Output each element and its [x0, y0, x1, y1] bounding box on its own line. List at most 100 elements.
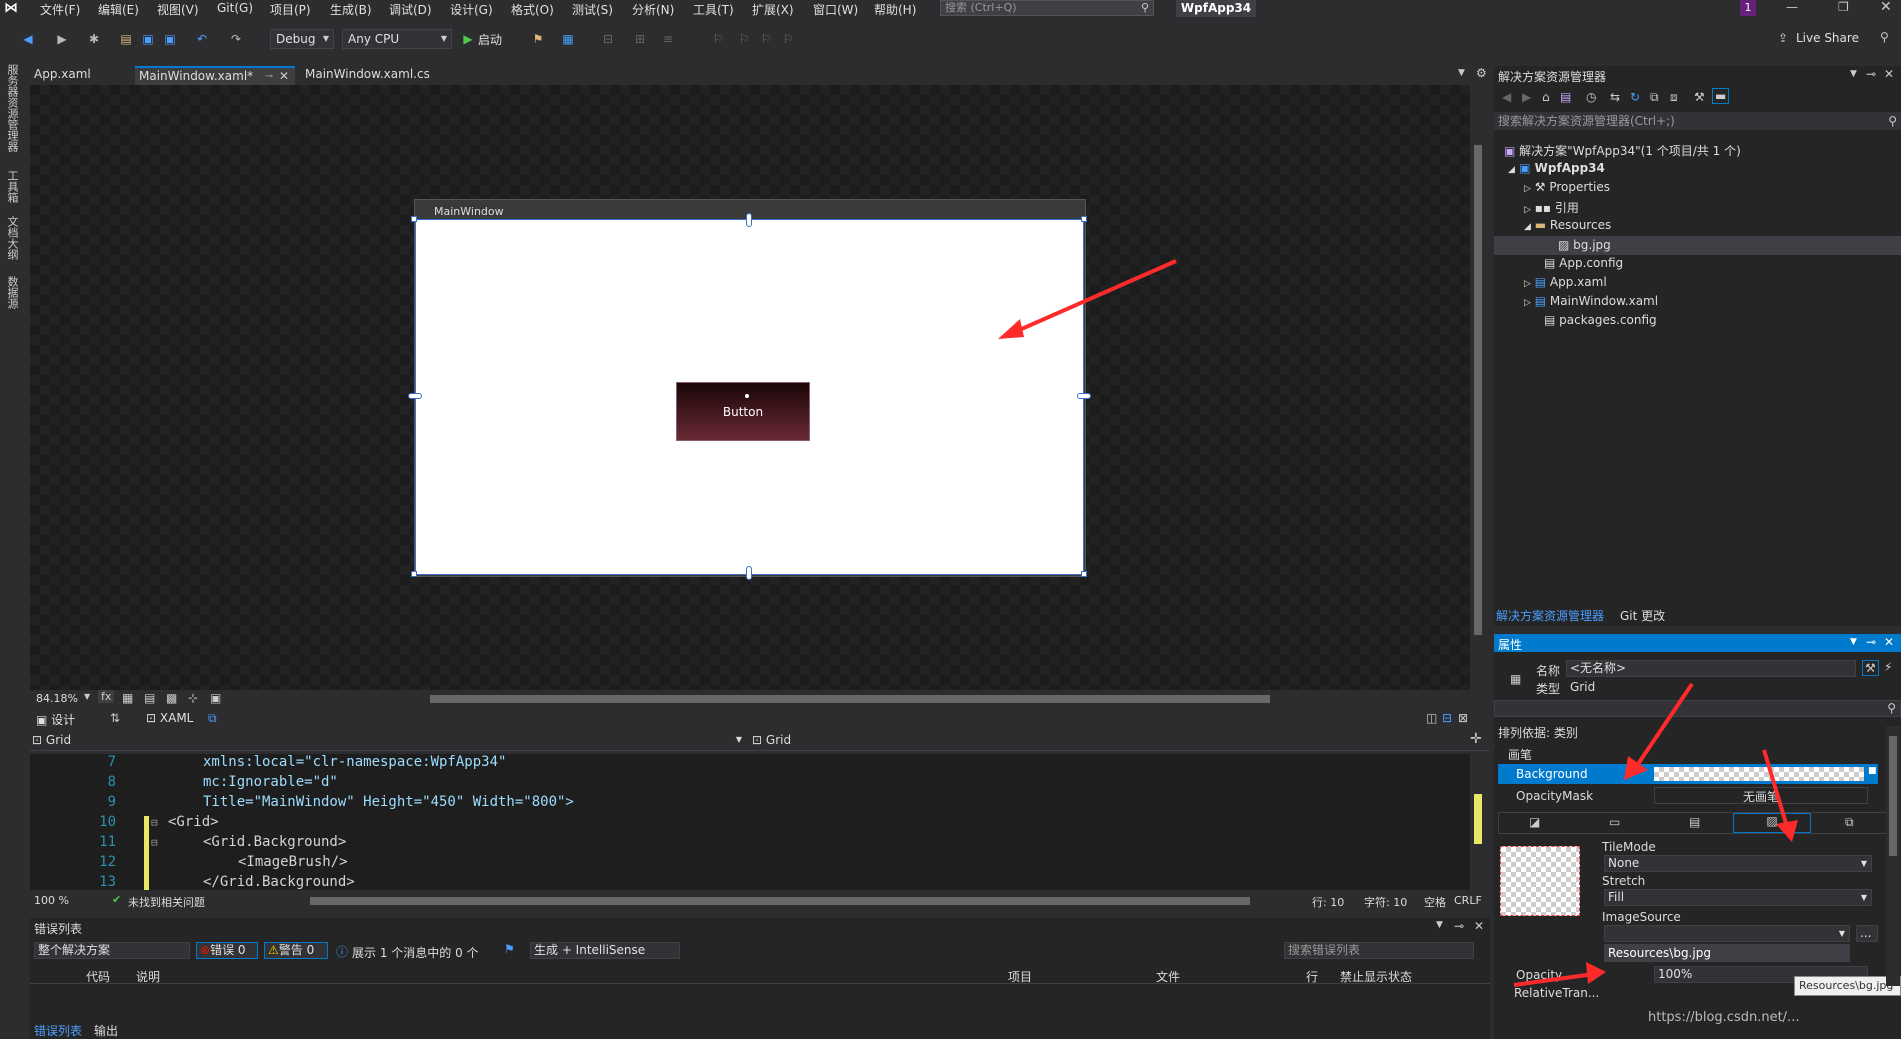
close-window-icon[interactable]: ✕ [1880, 0, 1892, 15]
settings-gear-icon[interactable]: ⚙ [1476, 66, 1487, 80]
tree-mainwindow-xaml[interactable]: ▷ ▤ MainWindow.xaml [1524, 294, 1658, 308]
col-code[interactable]: 代码 [86, 968, 110, 985]
artboard-icon[interactable]: ▩ [166, 691, 177, 705]
menu-view[interactable]: 视图(V) [157, 1, 199, 18]
collapse-pane-icon[interactable]: ⊠ [1458, 711, 1468, 725]
panel-options-icon[interactable]: ▼ [1850, 637, 1857, 647]
minimize-icon[interactable]: — [1786, 0, 1798, 14]
menu-extensions[interactable]: 扩展(X) [752, 1, 794, 18]
split-vertical-icon[interactable]: ◫ [1426, 711, 1437, 725]
collapse-icon[interactable]: ⊟ [151, 816, 158, 829]
properties-wrench-icon[interactable]: ⚒ [1694, 90, 1705, 104]
live-share-icon[interactable]: ⇪ [1778, 31, 1788, 45]
tab-output[interactable]: 输出 [94, 1022, 118, 1039]
open-folder-icon[interactable]: ▤ [118, 31, 134, 47]
resize-handle-bl[interactable] [411, 571, 417, 577]
new-item-icon[interactable]: ✱ [86, 31, 102, 47]
menu-test[interactable]: 测试(S) [572, 1, 613, 18]
rail-toolbox[interactable]: 工具箱 [4, 170, 20, 203]
pin-icon[interactable]: ⊸ [1454, 919, 1464, 933]
tree-properties[interactable]: ▷ ⚒ Properties [1524, 180, 1610, 194]
bookmark-next-icon[interactable]: ⚐ [758, 31, 774, 47]
close-icon[interactable]: ✕ [1884, 635, 1894, 649]
config-dropdown[interactable]: Debug ▼ [270, 29, 334, 49]
zoom-level[interactable]: 84.18% [36, 692, 78, 705]
issues-status[interactable]: 未找到相关问题 [128, 894, 205, 910]
rail-data-sources[interactable]: 数据源 [4, 276, 20, 309]
popout-icon[interactable]: ⧉ [208, 711, 217, 726]
comment-icon[interactable]: ≡ [660, 31, 676, 47]
effects-icon[interactable]: ▣ [210, 691, 221, 705]
search-input[interactable]: 搜索 (Ctrl+Q) ⚲ [940, 0, 1154, 16]
tree-packages-config[interactable]: ▤ packages.config [1544, 313, 1657, 327]
menu-analyze[interactable]: 分析(N) [632, 1, 674, 18]
tree-bg-jpg[interactable]: ▨ bg.jpg [1494, 236, 1901, 255]
forward-icon[interactable]: ▶ [54, 31, 70, 47]
tab-mainwindow-xaml[interactable]: MainWindow.xaml* ⊸ ✕ [135, 66, 295, 85]
menu-tools[interactable]: 工具(T) [693, 1, 734, 18]
build-filter-dropdown[interactable]: 生成 + IntelliSense [530, 942, 680, 959]
tab-error-list[interactable]: 错误列表 [34, 1022, 82, 1039]
pin-icon[interactable]: ⚲ [1880, 30, 1889, 44]
designer-button[interactable]: Button [676, 382, 810, 441]
menu-build[interactable]: 生成(B) [330, 1, 372, 18]
live-tree-icon[interactable]: ▦ [560, 31, 576, 47]
solex-search-input[interactable]: 搜索解决方案资源管理器(Ctrl+;) ⚲ [1494, 112, 1901, 130]
resize-handle-tl[interactable] [411, 216, 417, 222]
save-all-icon[interactable]: ▣ [162, 31, 178, 47]
rail-handle-right[interactable] [1077, 393, 1091, 399]
tree-resources[interactable]: ◢ ▬ Resources [1524, 218, 1611, 232]
rail-handle-bottom[interactable] [746, 566, 752, 580]
tab-solex[interactable]: 解决方案资源管理器 [1496, 607, 1604, 624]
bookmark-prev-icon[interactable]: ⚐ [736, 31, 752, 47]
editor-hscroll[interactable] [310, 897, 1250, 905]
add-split-icon[interactable]: ✛ [1470, 731, 1482, 747]
back-icon[interactable]: ◀ [1502, 90, 1511, 104]
preview-icon[interactable]: ▬ [1712, 88, 1730, 104]
live-share-button[interactable]: Live Share [1796, 31, 1859, 45]
filter-icon[interactable]: ⚑ [504, 942, 515, 956]
menu-project[interactable]: 项目(P) [270, 1, 311, 18]
menu-design[interactable]: 设计(G) [450, 1, 493, 18]
sync-icon[interactable]: ⇆ [1610, 90, 1620, 104]
col-suppress[interactable]: 禁止显示状态 [1340, 968, 1412, 985]
home-icon[interactable]: ⌂ [1542, 90, 1550, 104]
menu-help[interactable]: 帮助(H) [874, 1, 916, 18]
scroll-thumb[interactable] [1474, 794, 1482, 844]
scope-right-dropdown[interactable]: ⊡ Grid [752, 733, 1462, 749]
rail-handle-left[interactable] [408, 393, 422, 399]
menu-window[interactable]: 窗口(W) [813, 1, 858, 18]
play-icon[interactable]: ▶ [460, 31, 476, 47]
refresh-icon[interactable]: ↻ [1630, 90, 1640, 104]
resize-handle-br[interactable] [1081, 571, 1087, 577]
switch-views-icon[interactable]: ▤ [1560, 90, 1571, 104]
save-icon[interactable]: ▣ [140, 31, 156, 47]
menu-git[interactable]: Git(G) [217, 1, 253, 15]
error-search-input[interactable]: 搜索错误列表 [1284, 942, 1474, 959]
collapse-all-icon[interactable]: ⧉ [1650, 90, 1659, 105]
indent-icon[interactable]: ⊞ [632, 31, 648, 47]
errors-filter-button[interactable]: ⊗错误 0 [196, 942, 258, 959]
col-file[interactable]: 文件 [1156, 968, 1180, 985]
split-horizontal-icon[interactable]: ⊟ [1442, 711, 1452, 725]
close-icon[interactable]: ✕ [1474, 919, 1484, 933]
pin-icon[interactable]: ⊸ [1866, 635, 1876, 649]
tab-mainwindow-cs[interactable]: MainWindow.xaml.cs [301, 66, 441, 85]
bookmark-clear-icon[interactable]: ⚐ [780, 31, 796, 47]
snap-grid-icon[interactable]: ▤ [144, 691, 155, 705]
warnings-filter-button[interactable]: ⚠警告 0 [264, 942, 328, 959]
messages-filter-button[interactable]: 展示 1 个消息中的 0 个 [352, 944, 479, 961]
tree-app-config[interactable]: ▤ App.config [1544, 256, 1623, 270]
restore-icon[interactable]: ❐ [1838, 0, 1849, 14]
vs-logo-icon[interactable]: ⋈ [4, 0, 26, 16]
tab-design[interactable]: ▣ 设计 [36, 711, 75, 728]
forward-icon[interactable]: ▶ [1522, 90, 1531, 104]
pin-icon[interactable]: ⊸ [265, 68, 273, 85]
panel-options-icon[interactable]: ▼ [1850, 69, 1857, 79]
close-icon[interactable]: ✕ [279, 68, 289, 85]
tree-project[interactable]: ◢ ▣ WpfApp34 [1508, 161, 1605, 175]
scroll-thumb[interactable] [1474, 145, 1482, 635]
editor-zoom[interactable]: 100 % [34, 894, 69, 907]
back-icon[interactable]: ◀ [20, 31, 36, 47]
rail-doc-outline[interactable]: 文档大纲 [4, 216, 20, 260]
